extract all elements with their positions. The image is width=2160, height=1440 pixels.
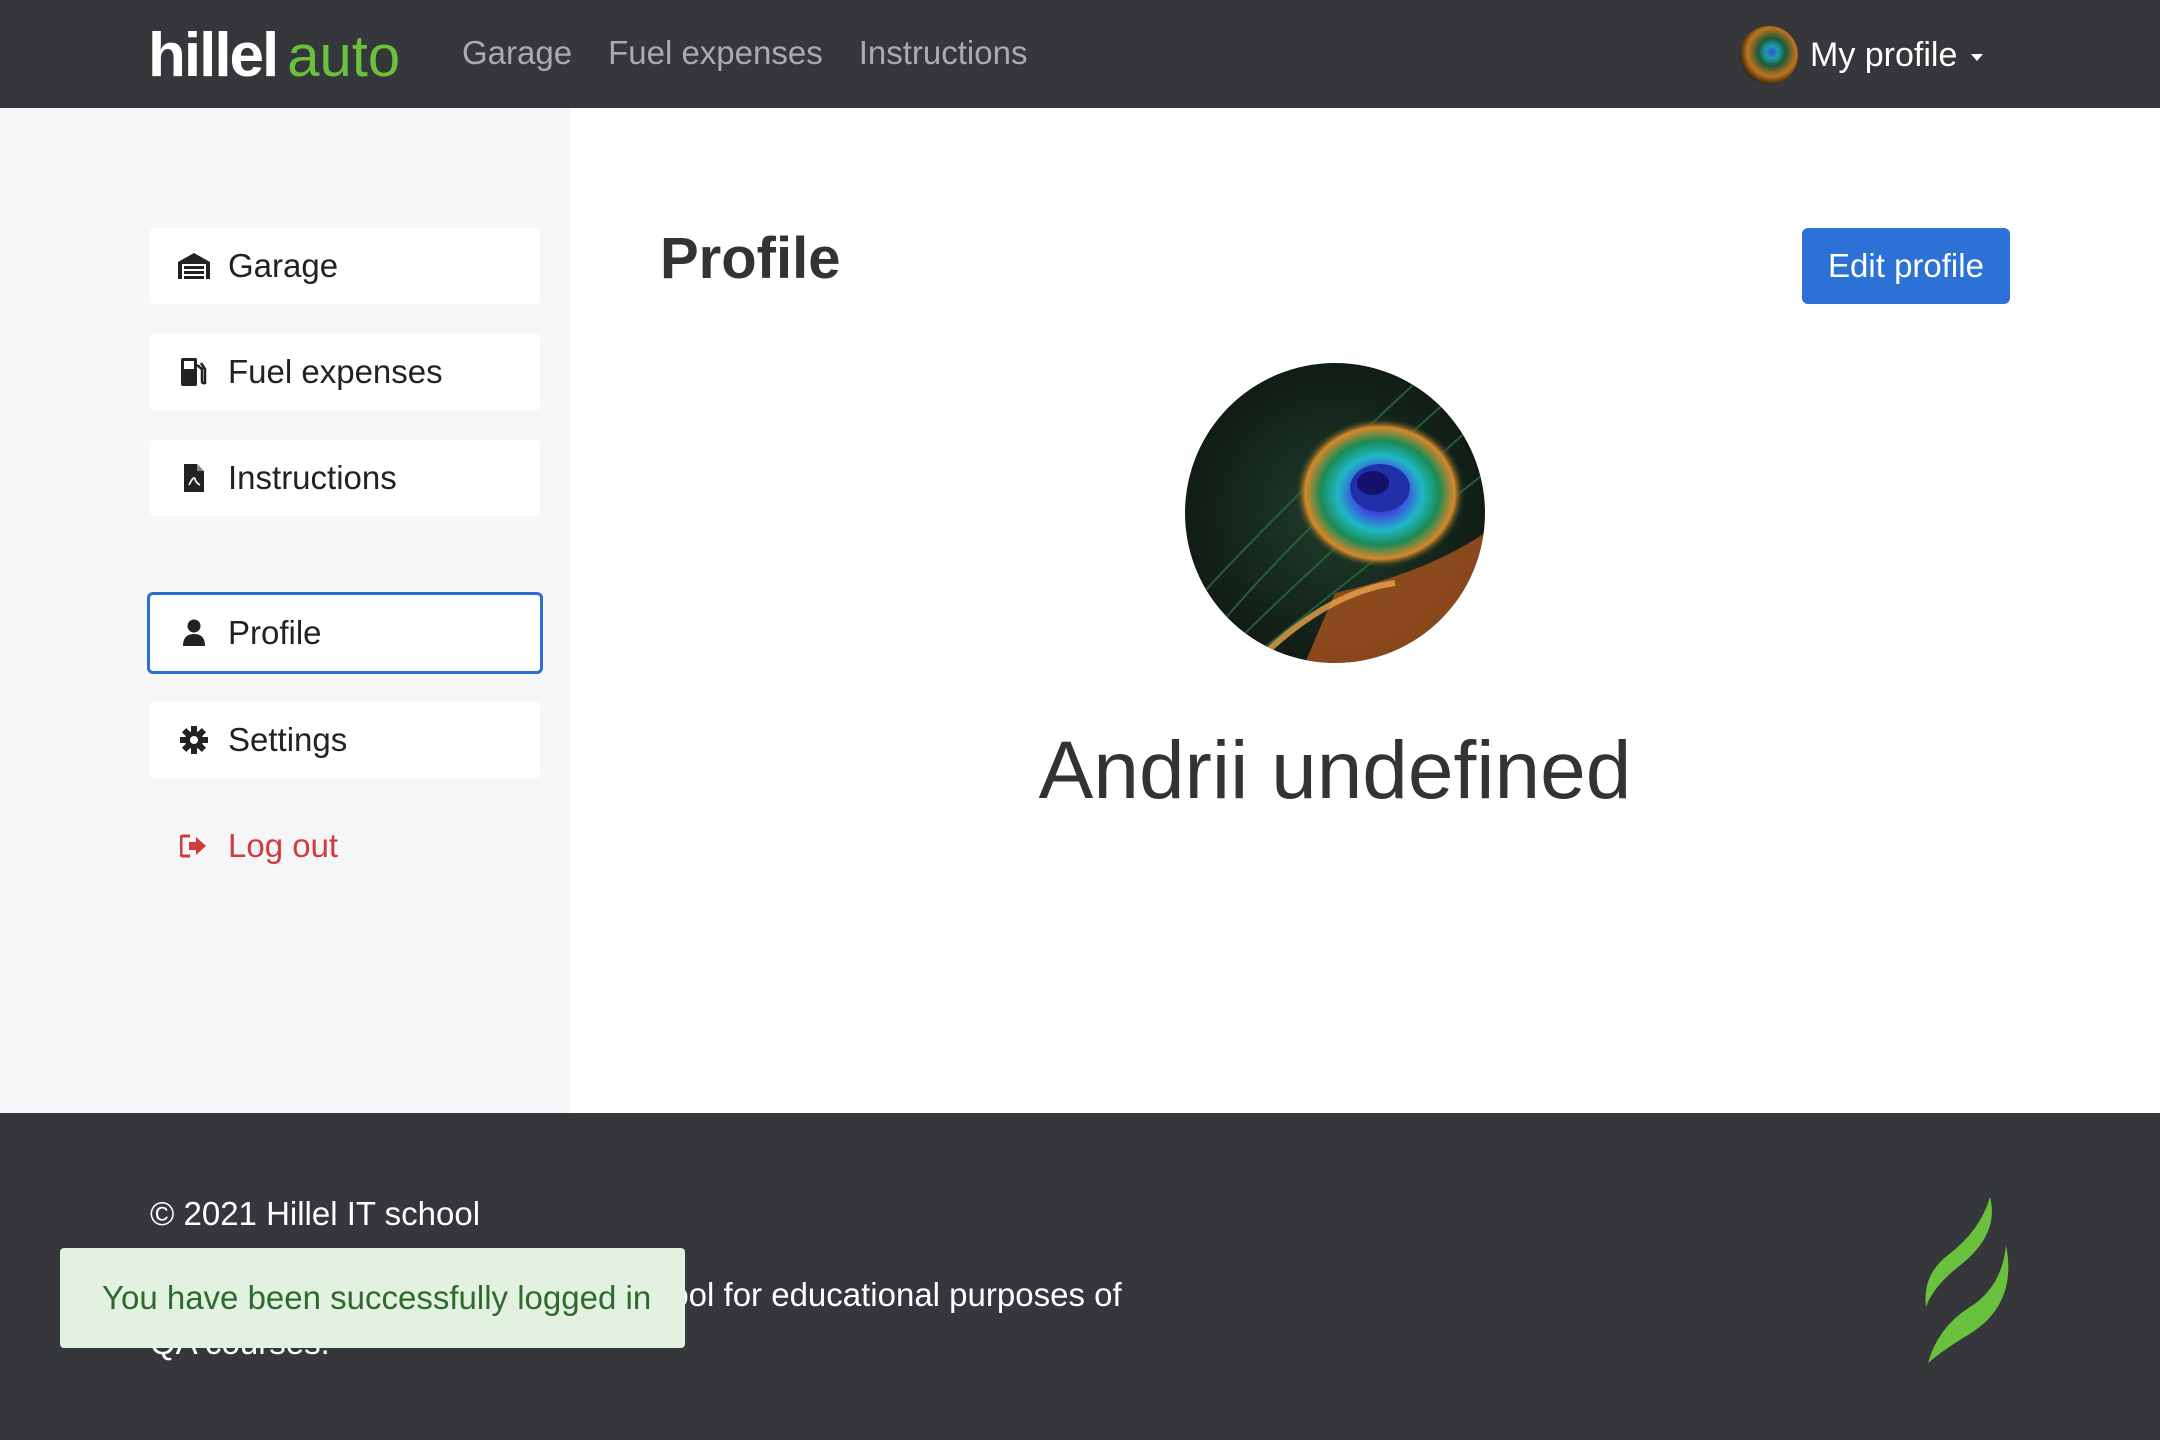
caret-down-icon [1971,53,1984,61]
logout-icon [174,826,214,866]
edit-profile-button[interactable]: Edit profile [1802,228,2010,304]
logo-hillel-text: hillel [148,21,279,90]
sidebar-item-label: Instructions [228,459,397,496]
sidebar-item-label: Fuel expenses [228,353,443,390]
nav-link-fuel-expenses[interactable]: Fuel expenses [608,34,823,72]
my-profile-label: My profile [1810,35,1958,74]
user-full-name: Andrii undefined [1038,725,1632,816]
logo-auto-text: auto [287,24,401,89]
footer-copyright: © 2021 Hillel IT school [150,1195,481,1232]
sidebar-item-fuel-expenses[interactable]: Fuel expenses [150,334,540,410]
hillel-leaf-logo-icon [1918,1195,2018,1365]
hillel-auto-logo[interactable]: hillel auto [148,20,400,90]
user-icon [174,613,214,653]
avatar [1740,26,1798,84]
sidebar-item-label: Profile [228,614,322,651]
sidebar-item-garage[interactable]: Garage [150,228,540,304]
gear-icon [174,720,214,760]
pdf-document-icon [174,458,214,498]
my-profile-dropdown[interactable]: My profile [1740,26,1984,84]
sidebar-item-logout[interactable]: Log out [150,808,540,884]
sidebar: Garage Fuel expenses Instructions Profil… [0,108,570,1113]
nav-link-garage[interactable]: Garage [462,34,572,72]
sidebar-item-instructions[interactable]: Instructions [150,440,540,516]
sidebar-item-label: Garage [228,247,339,284]
sidebar-item-settings[interactable]: Settings [150,702,540,778]
profile-avatar [1185,363,1485,663]
garage-icon [174,246,214,286]
fuel-pump-icon [174,352,214,392]
success-toast: You have been successfully logged in [60,1248,685,1348]
sidebar-item-label: Settings [228,721,348,758]
top-navbar: hillel auto Garage Fuel expenses Instruc… [0,0,2160,108]
nav-link-instructions[interactable]: Instructions [859,34,1028,72]
sidebar-item-profile[interactable]: Profile [147,592,543,674]
sidebar-item-label: Log out [228,827,339,864]
main-nav: Garage Fuel expenses Instructions [462,34,1027,72]
page-title: Profile [660,226,841,291]
